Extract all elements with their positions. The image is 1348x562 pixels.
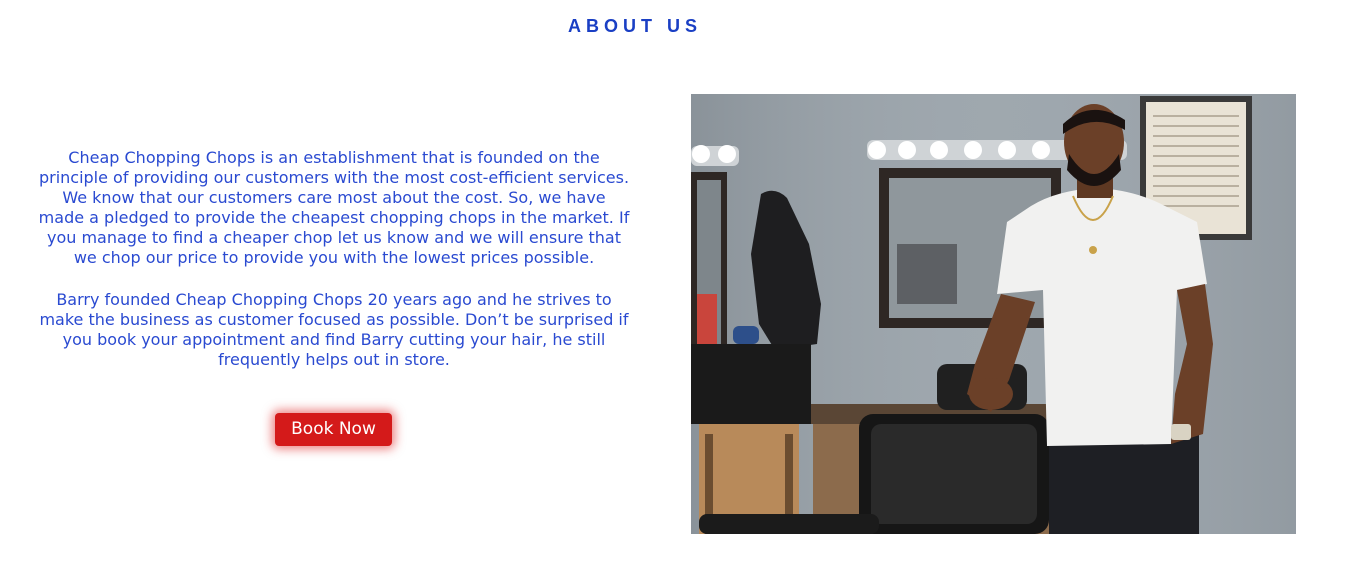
about-text: Cheap Chopping Chops is an establishment… bbox=[38, 148, 630, 392]
barber-photo bbox=[691, 94, 1296, 534]
barber-portrait-photo-icon bbox=[691, 94, 1296, 534]
book-now-button[interactable]: Book Now bbox=[275, 413, 392, 446]
about-paragraph-1: Cheap Chopping Chops is an establishment… bbox=[38, 148, 630, 267]
about-paragraph-2: Barry founded Cheap Chopping Chops 20 ye… bbox=[39, 290, 629, 369]
section-title: ABOUT US bbox=[568, 16, 702, 36]
